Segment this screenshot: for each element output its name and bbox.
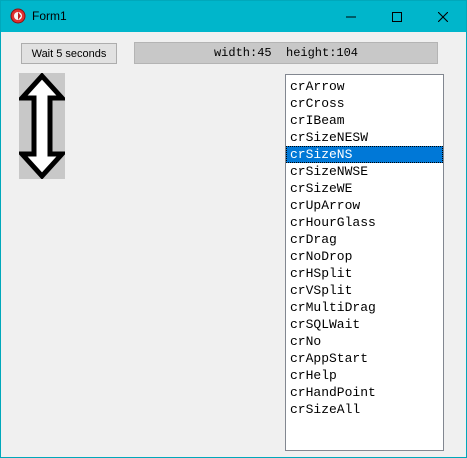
list-item[interactable]: crNo [286, 333, 443, 350]
list-item[interactable]: crCross [286, 95, 443, 112]
minimize-icon [346, 16, 356, 17]
form-client-area: Wait 5 seconds width:45 height:104 crArr… [1, 32, 466, 457]
list-item[interactable]: crArrow [286, 78, 443, 95]
list-item[interactable]: crMultiDrag [286, 299, 443, 316]
list-item[interactable]: crUpArrow [286, 197, 443, 214]
minimize-button[interactable] [328, 1, 374, 32]
size-ns-cursor-icon [19, 73, 65, 179]
list-item[interactable]: crSQLWait [286, 316, 443, 333]
cursor-preview-panel[interactable] [19, 73, 65, 179]
list-item[interactable]: crHandPoint [286, 384, 443, 401]
maximize-icon [392, 11, 402, 22]
list-item[interactable]: crIBeam [286, 112, 443, 129]
wait-5-seconds-button[interactable]: Wait 5 seconds [21, 43, 117, 64]
cursor-listbox[interactable]: crArrow crCross crIBeam crSizeNESW crSizeNS c… [285, 74, 444, 451]
list-item[interactable]: crSizeNWSE [286, 163, 443, 180]
list-item[interactable]: crSizeAll [286, 401, 443, 418]
size-display-panel: width:45 height:104 [134, 42, 438, 64]
app-icon[interactable] [10, 8, 26, 24]
form1-window: Form1 Wait 5 seconds width:45 height:104 [0, 0, 467, 458]
list-item[interactable]: crSizeNESW [286, 129, 443, 146]
maximize-button[interactable] [374, 1, 420, 32]
list-item[interactable]: crVSplit [286, 282, 443, 299]
close-icon [438, 11, 448, 22]
title-bar[interactable]: Form1 [1, 1, 466, 32]
list-item[interactable]: crSizeWE [286, 180, 443, 197]
list-item-selected[interactable]: crSizeNS [286, 146, 443, 163]
list-item[interactable]: crAppStart [286, 350, 443, 367]
list-item[interactable]: crHSplit [286, 265, 443, 282]
list-item[interactable]: crHourGlass [286, 214, 443, 231]
list-item[interactable]: crNoDrop [286, 248, 443, 265]
window-title: Form1 [32, 9, 67, 23]
list-item[interactable]: crDrag [286, 231, 443, 248]
close-button[interactable] [420, 1, 466, 32]
list-item[interactable]: crHelp [286, 367, 443, 384]
